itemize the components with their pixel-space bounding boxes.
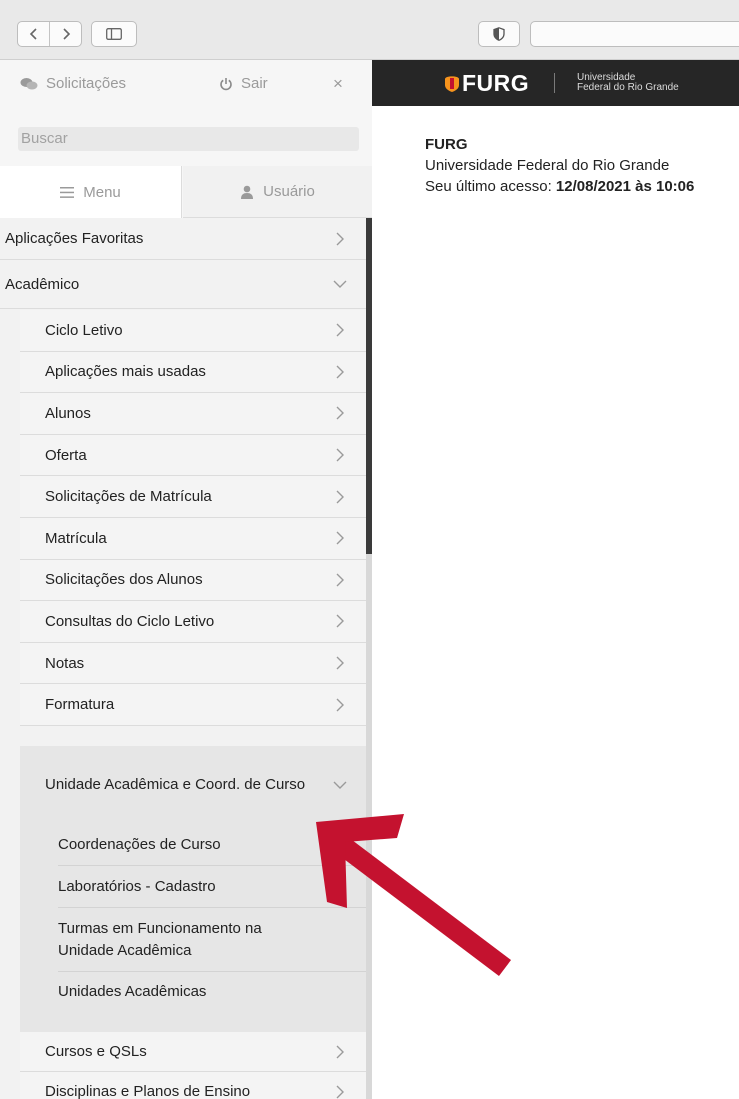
- menu-item-after-0[interactable]: Cursos e QSLs: [20, 1032, 366, 1072]
- sidebar-icon: [106, 28, 122, 40]
- menu-item-unit-0-label: Coordenações de Curso: [58, 836, 221, 853]
- menu-item-academic-7[interactable]: Consultas do Ciclo Letivo: [20, 601, 366, 643]
- furg-logo-icon: [445, 76, 459, 92]
- menu-item-academic-0-label: Ciclo Letivo: [45, 321, 123, 339]
- chevron-right-icon: [336, 573, 344, 587]
- sidebar-scroll-thumb[interactable]: [366, 218, 372, 554]
- menu-item-unit-0[interactable]: Coordenações de Curso: [20, 824, 366, 866]
- sidebar-header: Solicitações Sair ×: [0, 60, 372, 107]
- chevron-right-icon: [336, 406, 344, 420]
- menu-item-unit-group-label: Unidade Acadêmica e Coord. de Curso: [45, 776, 306, 793]
- chevron-right-icon: [62, 28, 70, 40]
- menu-item-after-0-label: Cursos e QSLs: [45, 1043, 147, 1060]
- chevron-right-icon: [336, 614, 344, 628]
- browser-toolbar: [0, 0, 739, 60]
- menu-item-academic-3-label: Oferta: [45, 446, 87, 464]
- menu-item-academic-1-label: Aplicações mais usadas: [45, 363, 206, 381]
- menu-item-unit-2-label: Turmas em Funcionamento na Unidade Acadê…: [58, 920, 262, 959]
- last-access-value: 12/08/2021 às 10:06: [555, 178, 695, 195]
- chevron-right-icon: [336, 365, 344, 379]
- menu-item-academic-0[interactable]: Ciclo Letivo: [20, 310, 366, 352]
- furg-logo-text: FURG: [462, 70, 530, 96]
- forward-button[interactable]: [49, 22, 81, 46]
- menu-item-academic-5-label: Matrícula: [45, 529, 107, 547]
- requests-link[interactable]: Solicitações: [20, 75, 126, 92]
- menu-item-unit-2[interactable]: Turmas em Funcionamento na Unidade Acadê…: [20, 908, 366, 972]
- menu-item-academic-label: Acadêmico: [5, 275, 80, 293]
- menu-item-academic-4[interactable]: Solicitações de Matrícula: [20, 476, 366, 518]
- last-access: Seu último acesso: 12/08/2021 às 10:06: [425, 176, 694, 197]
- menu-item-unit-3[interactable]: Unidades Acadêmicas: [20, 972, 366, 1011]
- menu-item-academic-1[interactable]: Aplicações mais usadas: [20, 351, 366, 394]
- menu-item-academic-9-label: Formatura: [45, 696, 115, 714]
- chevron-down-icon: [333, 280, 347, 288]
- menu-item-favorites[interactable]: Aplicações Favoritas: [0, 218, 366, 260]
- menu-item-academic-9[interactable]: Formatura: [20, 684, 366, 726]
- menu-icon: [60, 186, 75, 198]
- menu-item-unit-group[interactable]: Unidade Acadêmica e Coord. de Curso: [20, 746, 366, 824]
- power-icon: [220, 77, 232, 90]
- menu-item-academic-5[interactable]: Matrícula: [20, 518, 366, 560]
- menu-item-academic-2-label: Alunos: [45, 404, 91, 422]
- sidebar-menu: Aplicações Favoritas Acadêmico Ciclo Letiv…: [0, 218, 366, 1099]
- menu-item-academic-3[interactable]: Oferta: [20, 434, 366, 477]
- chevron-right-icon: [336, 531, 344, 545]
- menu-item-academic[interactable]: Acadêmico: [0, 260, 366, 309]
- tab-menu[interactable]: Menu: [0, 166, 182, 218]
- shield-icon: [493, 27, 505, 41]
- requests-label: Solicitações: [46, 75, 127, 92]
- menu-item-unit-3-label: Unidades Acadêmicas: [58, 982, 207, 1000]
- logout-link[interactable]: Sair: [219, 75, 268, 92]
- chevron-right-icon: [336, 490, 344, 504]
- user-icon: [241, 185, 254, 199]
- chevron-right-icon: [336, 656, 344, 670]
- tab-menu-label: Menu: [83, 183, 121, 201]
- back-button[interactable]: [18, 22, 49, 46]
- menu-item-unit-1-label: Laboratórios - Cadastro: [58, 878, 216, 895]
- menu-item-academic-6[interactable]: Solicitações dos Alunos: [20, 559, 366, 602]
- app-window: Solicitações Sair × Buscar Menu Usuário …: [0, 0, 739, 1099]
- chevron-right-icon: [336, 232, 344, 245]
- menu-item-academic-8-label: Notas: [45, 654, 85, 672]
- chevron-right-icon: [336, 1045, 344, 1058]
- menu-item-academic-7-label: Consultas do Ciclo Letivo: [45, 612, 215, 630]
- search-input[interactable]: Buscar: [18, 127, 359, 151]
- sidebar-tabs: Menu Usuário: [0, 166, 372, 218]
- menu-item-after-1[interactable]: Disciplinas e Planos de Ensino: [20, 1072, 366, 1099]
- chevron-right-icon: [336, 323, 344, 337]
- tab-user[interactable]: Usuário: [183, 166, 372, 218]
- sidebar-toggle-button[interactable]: [91, 21, 137, 47]
- menu-item-favorites-label: Aplicações Favoritas: [5, 230, 144, 247]
- logo-subtitle: Universidade Federal do Rio Grande: [577, 73, 679, 93]
- privacy-button[interactable]: [478, 21, 520, 47]
- institution-name: Universidade Federal do Rio Grande: [425, 157, 670, 174]
- menu-item-after-1-label: Disciplinas e Planos de Ensino: [45, 1083, 251, 1099]
- menu-item-academic-2[interactable]: Alunos: [20, 393, 366, 435]
- menu-item-academic-8[interactable]: Notas: [20, 642, 366, 685]
- chevron-down-icon: [333, 781, 347, 789]
- logo-divider: [554, 73, 555, 93]
- nav-buttons: [17, 21, 82, 47]
- chat-icon: [20, 77, 38, 89]
- welcome-info: FURG Universidade Federal do Rio Grande …: [425, 134, 694, 197]
- tab-user-label: Usuário: [263, 183, 315, 200]
- header-banner: FURG Universidade Federal do Rio Grande: [372, 60, 739, 106]
- logo-subtitle-line2: Federal do Rio Grande: [577, 82, 679, 93]
- address-bar[interactable]: [530, 21, 739, 47]
- last-access-label: Seu último acesso:: [425, 178, 552, 195]
- chevron-right-icon: [336, 698, 344, 712]
- menu-item-academic-6-label: Solicitações dos Alunos: [45, 571, 203, 589]
- chevron-right-icon: [336, 448, 344, 462]
- institution-acronym: FURG: [425, 136, 468, 153]
- sidebar: Solicitações Sair × Buscar Menu Usuário …: [0, 60, 372, 1099]
- menu-item-academic-4-label: Solicitações de Matrícula: [45, 488, 212, 506]
- chevron-left-icon: [29, 28, 37, 40]
- close-icon[interactable]: ×: [333, 74, 343, 94]
- logout-label: Sair: [241, 75, 268, 92]
- chevron-right-icon: [336, 1085, 344, 1098]
- menu-item-unit-1[interactable]: Laboratórios - Cadastro: [20, 866, 366, 908]
